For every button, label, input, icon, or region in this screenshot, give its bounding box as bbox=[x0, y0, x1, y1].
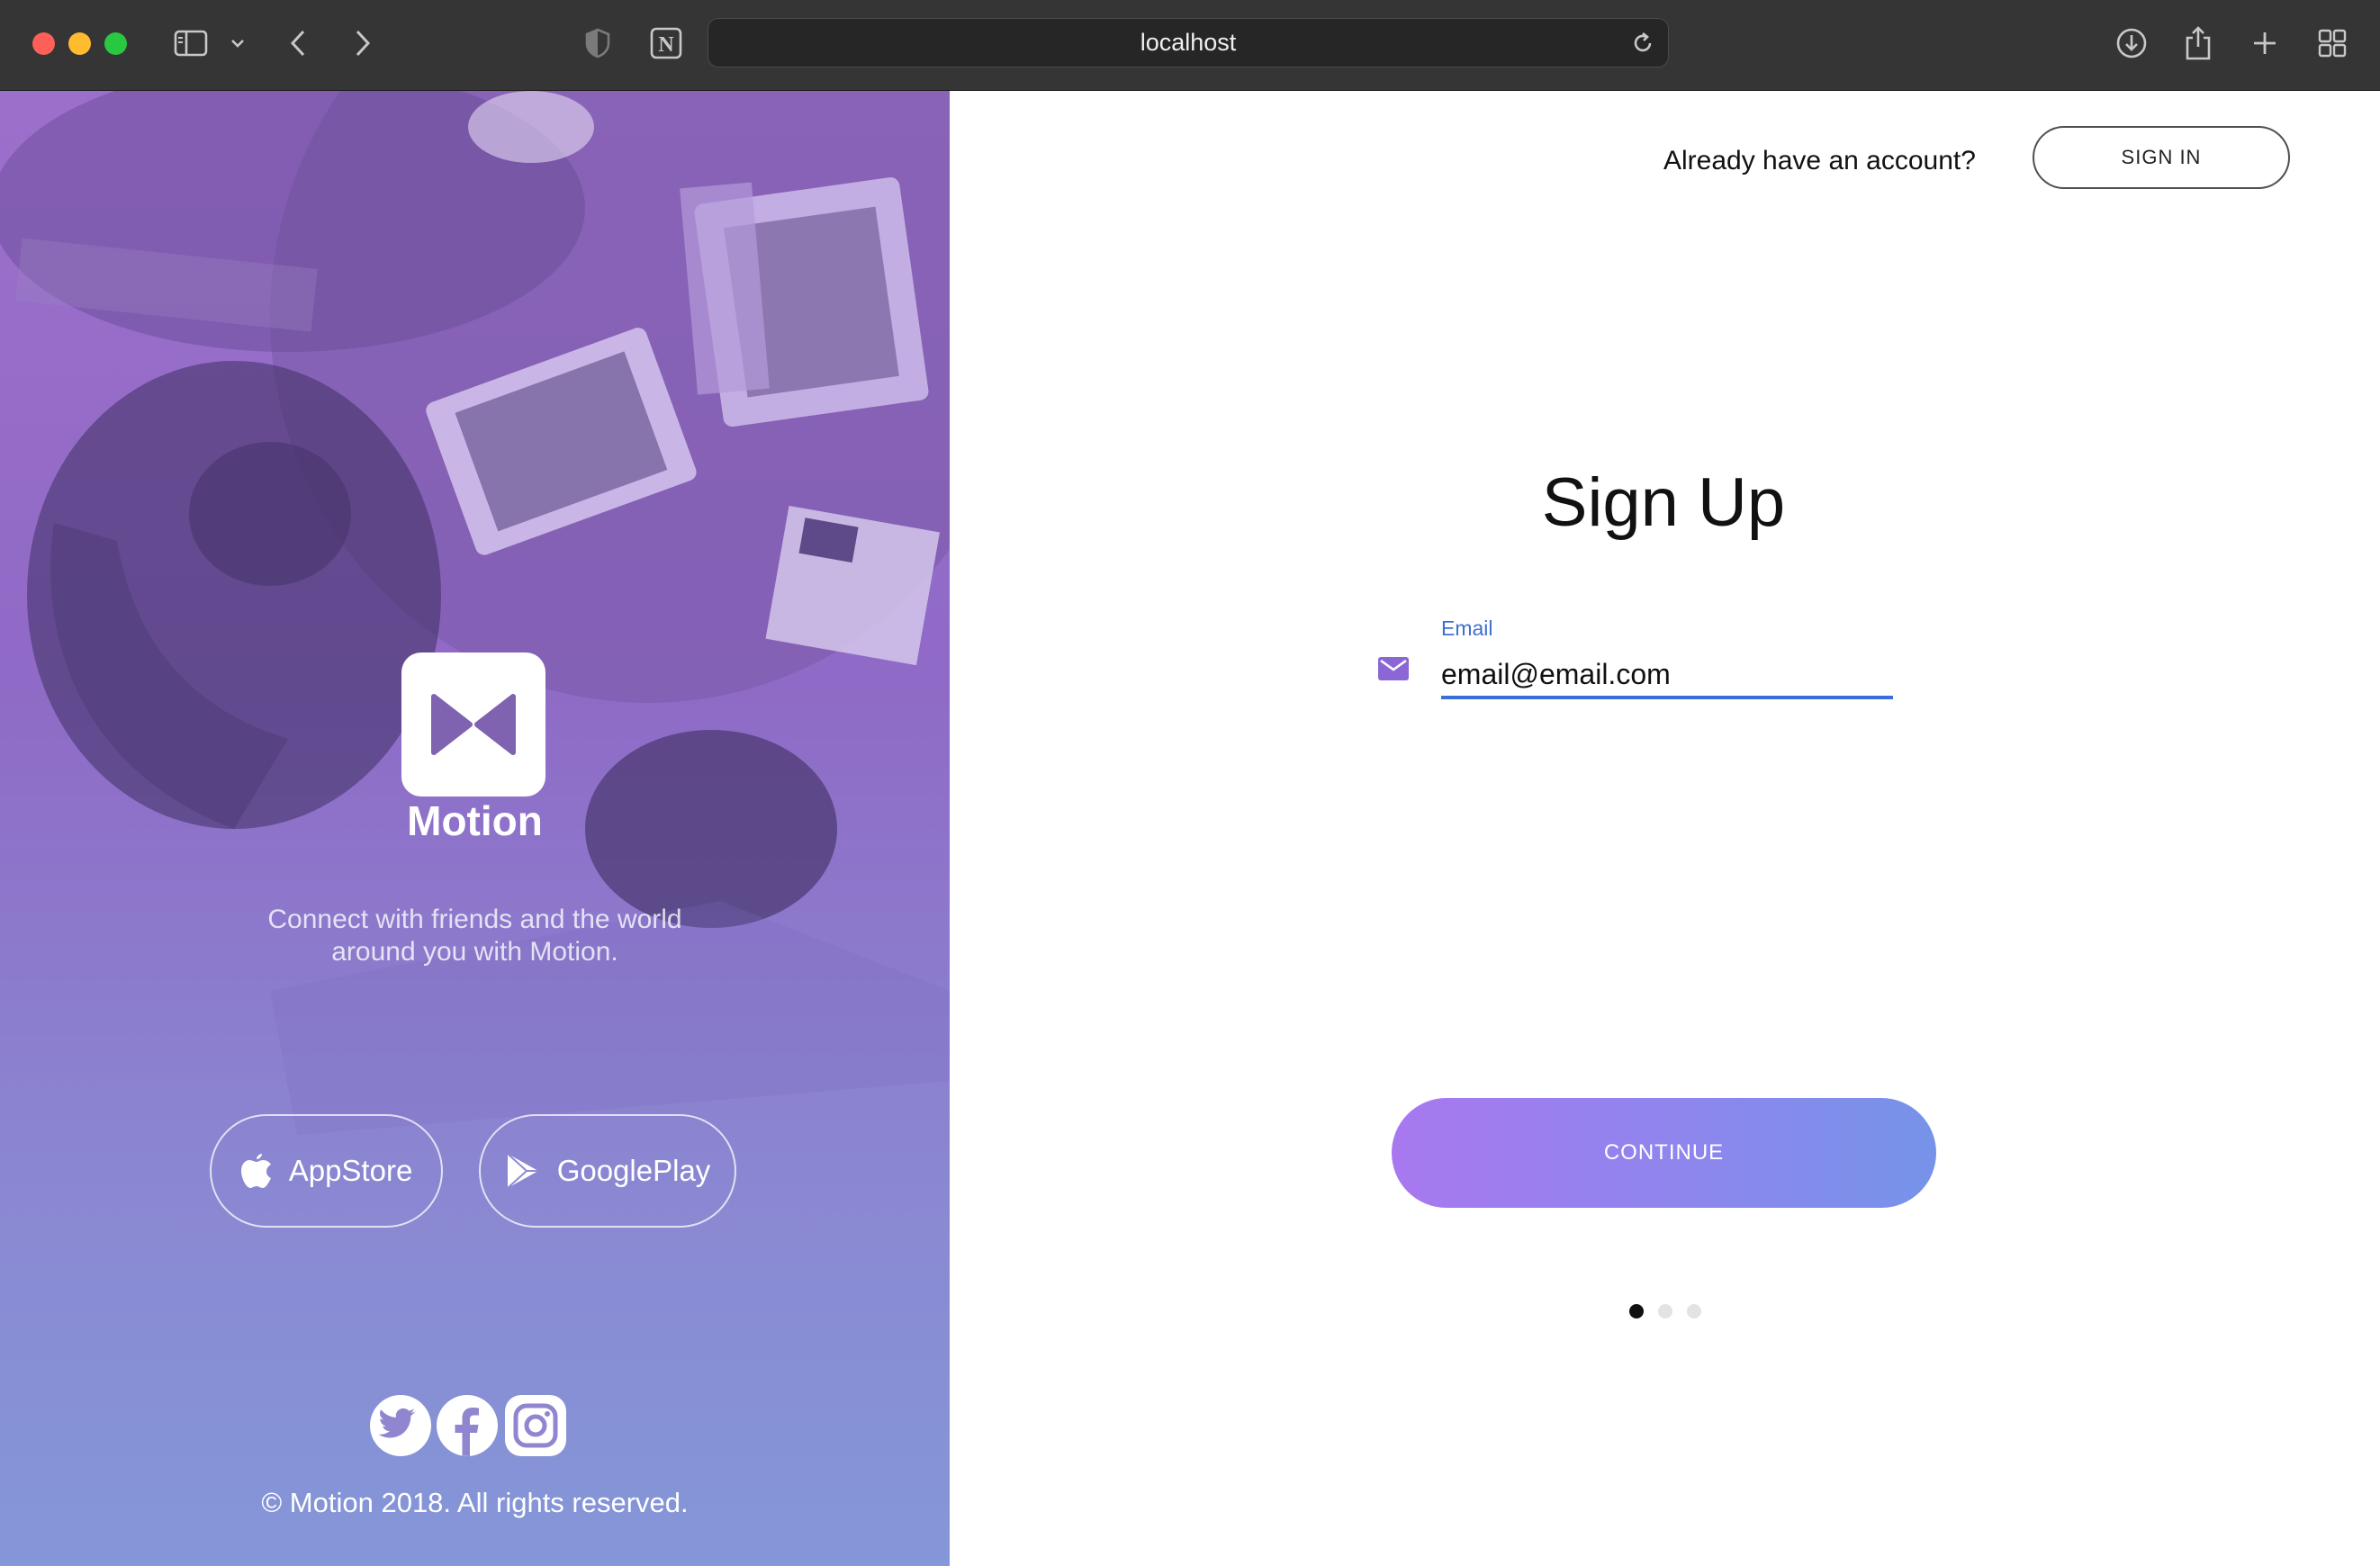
step-indicator-2 bbox=[1658, 1304, 1672, 1318]
step-indicator-3 bbox=[1687, 1304, 1701, 1318]
notion-extension-icon[interactable]: N bbox=[646, 22, 686, 65]
zoom-window-button[interactable] bbox=[104, 32, 127, 55]
tab-overview-icon[interactable] bbox=[2315, 22, 2349, 65]
apple-icon bbox=[240, 1154, 271, 1188]
copyright-text: © Motion 2018. All rights reserved. bbox=[261, 1487, 689, 1518]
bowtie-logo-icon bbox=[431, 694, 516, 755]
chevron-down-icon[interactable] bbox=[225, 22, 250, 65]
appstore-button[interactable]: AppStore bbox=[210, 1114, 443, 1228]
share-icon[interactable] bbox=[2182, 22, 2214, 65]
svg-text:N: N bbox=[658, 33, 674, 57]
new-tab-icon[interactable] bbox=[2249, 22, 2281, 65]
privacy-shield-icon[interactable] bbox=[583, 22, 612, 65]
twitter-icon[interactable] bbox=[369, 1394, 432, 1457]
facebook-icon[interactable] bbox=[436, 1394, 499, 1457]
appstore-label: AppStore bbox=[288, 1154, 413, 1187]
email-label: Email bbox=[1441, 616, 1493, 640]
envelope-icon bbox=[1377, 656, 1410, 686]
step-indicator-1 bbox=[1629, 1304, 1644, 1318]
email-field[interactable] bbox=[1441, 652, 1893, 699]
page-title: Sign Up bbox=[1541, 464, 1786, 541]
download-icon[interactable] bbox=[2114, 22, 2150, 65]
url-text: localhost bbox=[1140, 29, 1237, 56]
back-icon[interactable] bbox=[284, 22, 311, 65]
reload-icon[interactable] bbox=[1630, 31, 1655, 62]
already-have-account-text: Already have an account? bbox=[1663, 146, 1976, 176]
googleplay-label: GooglePlay bbox=[556, 1154, 711, 1187]
motion-logo bbox=[401, 652, 545, 796]
tagline: Connect with friends and the world aroun… bbox=[267, 904, 682, 967]
brand-name: Motion bbox=[407, 797, 543, 844]
sign-in-button[interactable]: SIGN IN bbox=[2033, 126, 2290, 189]
address-bar[interactable]: localhost bbox=[708, 18, 1669, 68]
minimize-window-button[interactable] bbox=[68, 32, 91, 55]
google-play-icon bbox=[507, 1153, 538, 1189]
instagram-icon[interactable] bbox=[504, 1394, 567, 1457]
close-window-button[interactable] bbox=[32, 32, 55, 55]
sidebar-toggle-icon[interactable] bbox=[171, 22, 211, 65]
forward-icon[interactable] bbox=[349, 22, 376, 65]
browser-toolbar: N localhost bbox=[0, 0, 2380, 91]
continue-button[interactable]: CONTINUE bbox=[1392, 1098, 1936, 1208]
hero-panel: Motion Connect with friends and the worl… bbox=[0, 91, 950, 1566]
googleplay-button[interactable]: GooglePlay bbox=[479, 1114, 736, 1228]
